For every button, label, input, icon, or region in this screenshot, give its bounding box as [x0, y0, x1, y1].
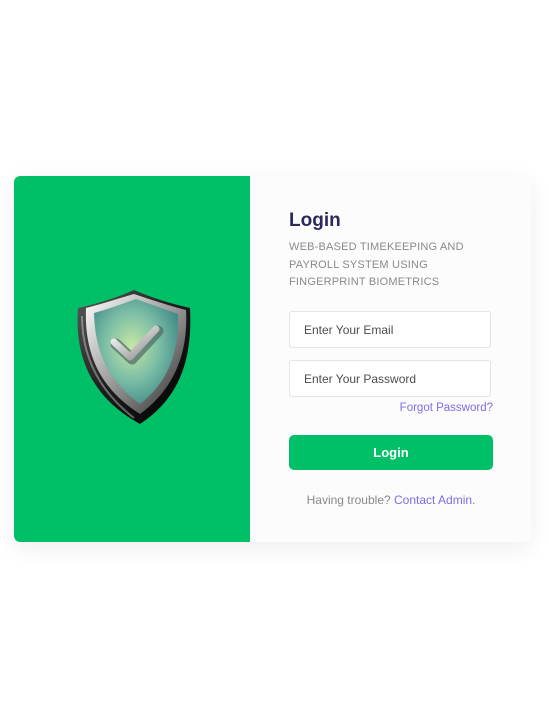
- login-button[interactable]: Login: [289, 435, 493, 470]
- password-field[interactable]: [289, 360, 491, 397]
- help-text: Having trouble? Contact Admin.: [289, 493, 493, 507]
- shield-check-icon: [77, 290, 191, 424]
- contact-admin-link[interactable]: Contact Admin: [394, 493, 472, 507]
- email-field[interactable]: [289, 311, 491, 348]
- login-form-panel: Login WEB-BASED TIMEKEEPING AND PAYROLL …: [250, 176, 531, 542]
- login-card: Login WEB-BASED TIMEKEEPING AND PAYROLL …: [14, 176, 531, 542]
- page-title: Login: [289, 210, 341, 231]
- forgot-password-link[interactable]: Forgot Password?: [400, 402, 493, 414]
- help-prefix: Having trouble?: [306, 493, 394, 507]
- system-subtitle: WEB-BASED TIMEKEEPING AND PAYROLL SYSTEM…: [289, 241, 464, 288]
- help-suffix: .: [472, 493, 476, 507]
- illustration-panel: [14, 176, 250, 542]
